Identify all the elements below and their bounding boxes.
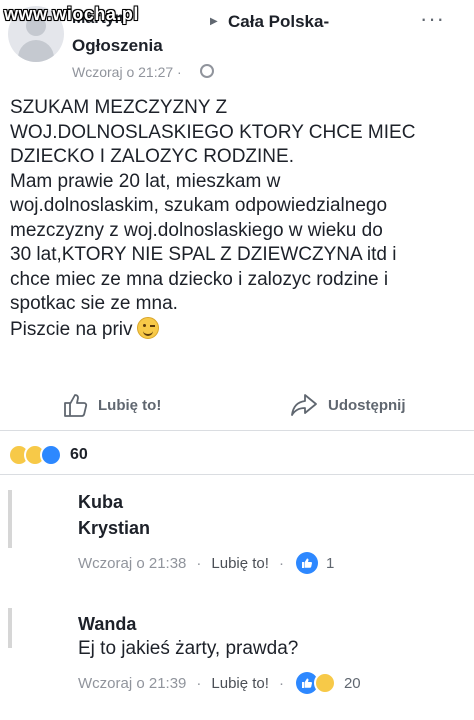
haha-reaction-icon [313,672,336,694]
comment: Wanda Ej to jakieś żarty, prawda? Wczora… [0,604,474,714]
reactions-count: 60 [70,446,88,463]
comment-author-name-line2[interactable]: Krystian [78,518,150,539]
post-line: Piszcie na priv [10,318,133,340]
divider [0,430,474,431]
like-reaction-icon [40,444,62,466]
group-name[interactable]: Cała Polska- [228,12,329,32]
comment-timestamp[interactable]: Wczoraj o 21:38 [78,555,186,572]
wink-emoji-icon [136,316,159,339]
comment-author-name[interactable]: Kuba [78,492,123,513]
post-body: SZUKAM MEZCZYZNY Z WOJ.DOLNOSLASKIEGO KT… [10,96,466,342]
comment-like-link[interactable]: Lubię to! [211,675,269,692]
like-button-label: Lubię to! [98,396,162,414]
comment-reaction-count: 1 [325,554,335,572]
comment: Kuba Krystian Wczoraj o 21:38 · Lubię to… [0,486,474,586]
post-line: WOJ.DOLNOSLASKIEGO KTORY CHCE MIEC [10,121,416,143]
comment-author-name[interactable]: Wanda [78,614,136,635]
group-name-line2[interactable]: Ogłoszenia [72,36,163,56]
like-button[interactable]: Lubię to! [62,392,161,418]
share-arrow-icon [291,394,317,416]
post-line: woj.dolnoslaskim, szukam odpowiedzialneg… [10,195,388,216]
comment-text: Ej to jakieś żarty, prawda? [78,638,299,659]
comment-reaction-count: 20 [343,674,361,692]
share-button-label: Udostępnij [328,396,406,414]
comment-like-link[interactable]: Lubię to! [211,555,269,572]
post-line-last: Piszcie na priv [10,316,466,343]
like-reaction-icon [295,552,318,574]
post-line: DZIECKO I ZALOZYC RODZINE. [10,146,294,167]
divider [0,474,474,475]
share-button[interactable]: Udostępnij [290,392,406,418]
more-options-icon[interactable]: ··· [420,6,445,32]
thumbs-up-icon [64,394,88,417]
watermark: www.wiocha.pl [4,4,139,24]
caret-right-icon: ▶ [210,16,218,27]
post-line: mezczyzny z woj.dolnoslaskiego w wieku d… [10,219,383,241]
post-timestamp[interactable]: Wczoraj o 21:27 · [72,64,182,80]
comment-avatar[interactable] [8,490,12,548]
post-actions: Lubię to! Udostępnij [0,384,474,426]
post-line: spotkac sie ze mna. [10,293,178,314]
comment-timestamp[interactable]: Wczoraj o 21:39 [78,675,186,692]
reactions-summary[interactable]: 60 [8,444,88,466]
post-line: Mam prawie 20 lat, mieszkam w [10,170,281,192]
comment-meta: Wczoraj o 21:38 · Lubię to! · 1 [78,552,334,574]
post-line: SZUKAM MEZCZYZNY Z [10,97,228,118]
post-line: chce miec ze mna dziecko i zalozyc rodzi… [10,268,389,290]
post-line: 30 lat,KTORY NIE SPAL Z DZIEWCZYNA itd i [10,244,397,265]
comment-meta: Wczoraj o 21:39 · Lubię to! · 20 [78,672,361,694]
globe-icon [200,64,214,78]
comment-avatar[interactable] [8,608,12,648]
